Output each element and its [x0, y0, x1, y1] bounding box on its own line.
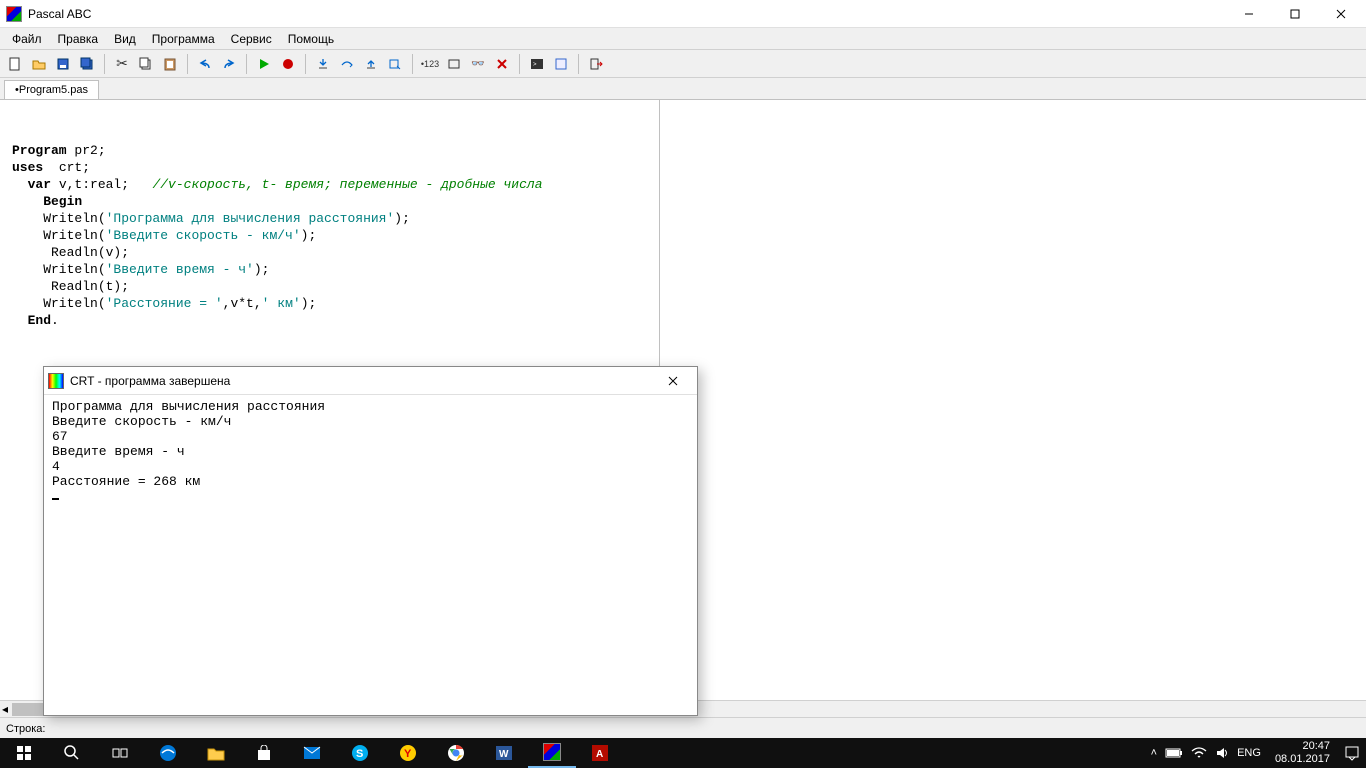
svg-text:A: A [596, 749, 603, 760]
menu-service[interactable]: Сервис [223, 30, 280, 48]
copy-icon[interactable] [135, 53, 157, 75]
step-out-icon[interactable] [360, 53, 382, 75]
menu-help[interactable]: Помощь [280, 30, 342, 48]
clear-icon[interactable] [491, 53, 513, 75]
file-tab[interactable]: •Program5.pas [4, 80, 99, 99]
code-line: Writeln('Введите время - ч'); [12, 262, 269, 277]
cursor-icon [52, 498, 59, 500]
svg-text:S: S [356, 748, 363, 760]
code-line: Begin [12, 194, 82, 209]
stop-icon[interactable] [277, 53, 299, 75]
code-line: var v,t:real; //v-скорость, t- время; пе… [12, 177, 543, 192]
svg-text:W: W [499, 749, 509, 760]
step-into-icon[interactable] [312, 53, 334, 75]
step-over-icon[interactable] [336, 53, 358, 75]
run-to-cursor-icon[interactable] [384, 53, 406, 75]
minimize-button[interactable] [1226, 0, 1272, 28]
open-file-icon[interactable] [28, 53, 50, 75]
pascal-abc-taskbar-icon[interactable] [528, 738, 576, 768]
console-icon[interactable]: > [526, 53, 548, 75]
start-button[interactable] [0, 738, 48, 768]
window-titlebar: Pascal ABC [0, 0, 1366, 28]
form-icon[interactable] [550, 53, 572, 75]
svg-text:>: > [533, 62, 537, 68]
code-line: Writeln('Программа для вычисления рассто… [12, 211, 410, 226]
editor-right-pane[interactable] [660, 100, 1366, 717]
task-view-icon[interactable] [96, 738, 144, 768]
store-icon[interactable] [240, 738, 288, 768]
code-line: Program pr2; [12, 143, 106, 158]
maximize-button[interactable] [1272, 0, 1318, 28]
word-icon[interactable]: W [480, 738, 528, 768]
status-line-label: Строка: [6, 723, 45, 735]
status-bar: Строка: [0, 717, 1366, 739]
code-line: Writeln('Расстояние = ',v*t,' км'); [12, 296, 316, 311]
window-icon[interactable] [443, 53, 465, 75]
volume-icon[interactable] [1215, 746, 1229, 760]
undo-icon[interactable] [194, 53, 216, 75]
crt-titlebar[interactable]: CRT - программа завершена [44, 367, 697, 395]
code-line: uses crt; [12, 160, 90, 175]
yandex-icon[interactable]: Y [384, 738, 432, 768]
code-editor[interactable]: Program pr2; uses crt; var v,t:real; //v… [0, 100, 659, 354]
acrobat-icon[interactable]: A [576, 738, 624, 768]
skype-icon[interactable]: S [336, 738, 384, 768]
cut-icon[interactable]: ✂ [111, 53, 133, 75]
save-all-icon[interactable] [76, 53, 98, 75]
chrome-icon[interactable] [432, 738, 480, 768]
wifi-icon[interactable] [1191, 747, 1207, 759]
mail-icon[interactable] [288, 738, 336, 768]
code-line [12, 126, 20, 141]
new-file-icon[interactable] [4, 53, 26, 75]
redo-icon[interactable] [218, 53, 240, 75]
code-line: Readln(t); [12, 279, 129, 294]
language-indicator[interactable]: ENG [1237, 747, 1261, 759]
glasses-icon[interactable]: 👓 [467, 53, 489, 75]
code-line: End. [12, 313, 59, 328]
tray-chevron-up-icon[interactable]: ˄ [1151, 747, 1157, 759]
menu-view[interactable]: Вид [106, 30, 144, 48]
crt-title: CRT - программа завершена [70, 374, 653, 388]
search-icon[interactable] [48, 738, 96, 768]
toolbar: ✂ •123 👓 > [0, 50, 1366, 78]
clock-date: 08.01.2017 [1275, 753, 1330, 766]
close-button[interactable] [1318, 0, 1364, 28]
menu-file[interactable]: Файл [4, 30, 50, 48]
battery-icon[interactable] [1165, 747, 1183, 759]
editor-tabs: •Program5.pas [0, 78, 1366, 100]
clock[interactable]: 20:47 08.01.2017 [1269, 740, 1336, 766]
run-icon[interactable] [253, 53, 275, 75]
watch-icon[interactable]: •123 [419, 53, 441, 75]
crt-close-button[interactable] [653, 367, 693, 395]
code-line: Writeln('Введите скорость - км/ч'); [12, 228, 316, 243]
edge-icon[interactable] [144, 738, 192, 768]
system-tray: ˄ ENG 20:47 08.01.2017 [1151, 740, 1366, 766]
clock-time: 20:47 [1275, 740, 1330, 753]
crt-output: Программа для вычисления расстояния Введ… [44, 395, 697, 508]
notifications-icon[interactable] [1344, 745, 1360, 761]
save-icon[interactable] [52, 53, 74, 75]
crt-output-window[interactable]: CRT - программа завершена Программа для … [43, 366, 698, 716]
exit-icon[interactable] [585, 53, 607, 75]
paste-icon[interactable] [159, 53, 181, 75]
menubar: Файл Правка Вид Программа Сервис Помощь [0, 28, 1366, 50]
app-icon [6, 6, 22, 22]
window-title: Pascal ABC [28, 7, 1226, 21]
explorer-icon[interactable] [192, 738, 240, 768]
windows-taskbar: S Y W A ˄ ENG 20:47 08.01.2017 [0, 738, 1366, 768]
menu-program[interactable]: Программа [144, 30, 223, 48]
crt-icon [48, 373, 64, 389]
menu-edit[interactable]: Правка [50, 30, 107, 48]
code-line: Readln(v); [12, 245, 129, 260]
svg-text:Y: Y [404, 748, 412, 760]
